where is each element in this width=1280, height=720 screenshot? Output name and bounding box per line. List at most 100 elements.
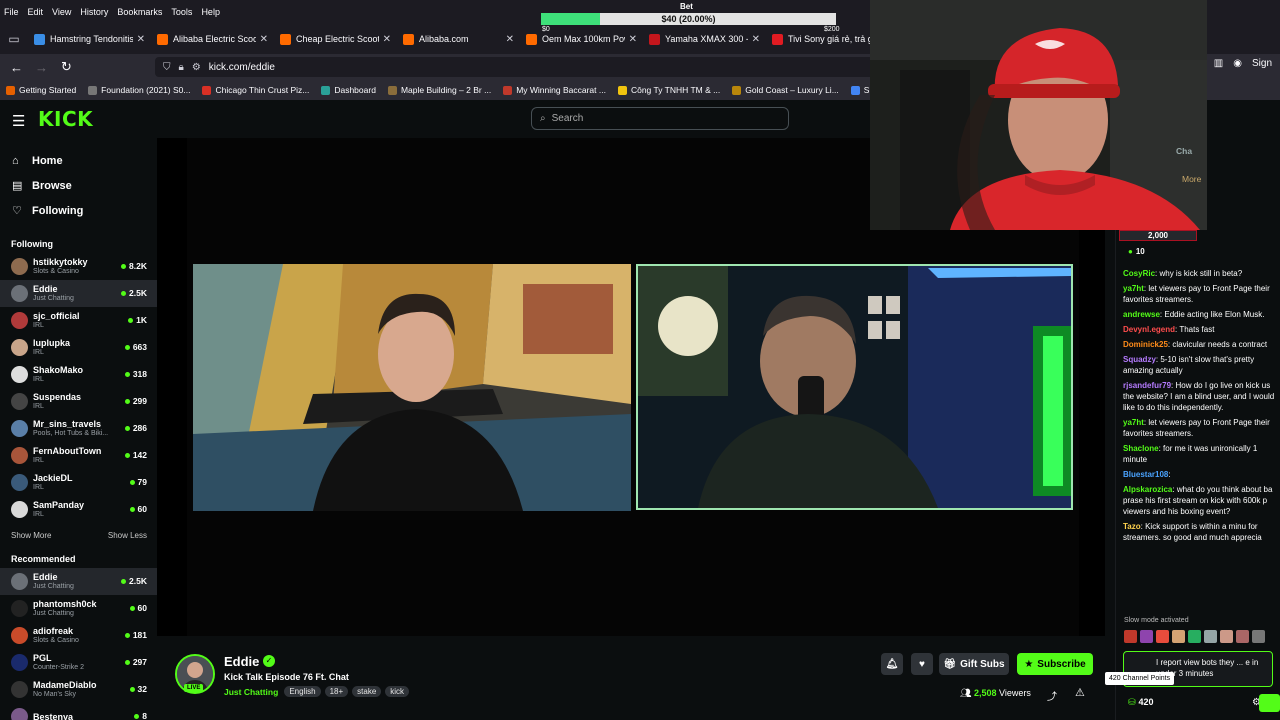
emote-icon[interactable] <box>1156 630 1169 643</box>
chat-username[interactable]: CosyRic <box>1123 269 1155 278</box>
stream-tag[interactable]: kick <box>385 686 410 697</box>
menu-icon[interactable]: ☰ <box>12 112 25 130</box>
emote-icon[interactable] <box>1252 630 1265 643</box>
menu-tools[interactable]: Tools <box>171 7 192 17</box>
chat-send-button[interactable] <box>1259 694 1280 712</box>
bookmark-item[interactable]: Chicago Thin Crust Piz... <box>202 85 309 95</box>
close-tab-icon[interactable]: ✕ <box>260 34 268 45</box>
chat-username[interactable]: Devynl.egend <box>1123 325 1175 334</box>
chat-username[interactable]: ya7ht <box>1123 284 1144 293</box>
emote-icon[interactable] <box>1172 630 1185 643</box>
sign-in-button[interactable]: Sign <box>1252 58 1272 69</box>
stream-tag[interactable]: stake <box>352 686 382 697</box>
sidebar-channel[interactable]: sjc_official IRL 1K <box>0 307 157 334</box>
close-tab-icon[interactable]: ✕ <box>383 34 391 45</box>
sidebar-channel[interactable]: Eddie Just Chatting 2.5K <box>0 280 157 307</box>
gift-subs-button[interactable]: 🎁︎ Gift Subs <box>939 653 1009 675</box>
lock-icon[interactable]: 🔒︎ <box>179 62 184 73</box>
back-button[interactable]: ← <box>4 60 29 75</box>
stream-tag[interactable]: 18+ <box>324 686 349 697</box>
sidebar-channel[interactable]: SamPanday IRL 60 <box>0 496 157 523</box>
chat-username[interactable]: Squadzy <box>1123 355 1156 364</box>
menu-file[interactable]: File <box>4 7 19 17</box>
browser-tab[interactable]: Yamaha XMAX 300 - Th ✕ <box>643 24 766 54</box>
stream-category[interactable]: Just Chatting <box>224 687 278 697</box>
sidebar-channel[interactable]: hstikkytokky Slots & Casino 8.2K <box>0 253 157 280</box>
tab-list-icon[interactable]: ▭ <box>0 32 28 46</box>
show-less-button[interactable]: Show Less <box>108 531 147 540</box>
menu-help[interactable]: Help <box>201 7 220 17</box>
menu-edit[interactable]: Edit <box>28 7 44 17</box>
search-input[interactable]: ⌕ Search <box>531 107 789 130</box>
sidebar-channel[interactable]: Eddie Just Chatting 2.5K <box>0 568 157 595</box>
notification-bell-button[interactable]: 🔔︎ <box>881 653 903 675</box>
kick-logo[interactable]: KICK <box>38 107 93 131</box>
sidebar-channel[interactable]: adiofreak Slots & Casino 181 <box>0 622 157 649</box>
bookmark-item[interactable]: Công Ty TNHH TM & ... <box>617 85 720 95</box>
close-tab-icon[interactable]: ✕ <box>506 34 514 45</box>
bookmark-item[interactable]: Foundation (2021) S0... <box>88 85 190 95</box>
sidebar-channel[interactable]: PGL Counter-Strike 2 297 <box>0 649 157 676</box>
chat-username[interactable]: rjsandefur79 <box>1123 381 1171 390</box>
subscribe-button[interactable]: ★ Subscribe <box>1017 653 1093 675</box>
sidebar-channel[interactable]: luplupka IRL 663 <box>0 334 157 361</box>
nav-browse[interactable]: ▤ Browse <box>12 173 157 198</box>
bookmark-item[interactable]: Gold Coast – Luxury Li... <box>732 85 839 95</box>
sidebar-channel[interactable]: Mr_sins_travels Pools, Hot Tubs & Biki...… <box>0 415 157 442</box>
close-tab-icon[interactable]: ✕ <box>752 34 760 45</box>
chat-username[interactable]: ya7ht <box>1123 418 1144 427</box>
bookmark-item[interactable]: Maple Building – 2 Br ... <box>387 85 491 95</box>
chat-username[interactable]: Tazo <box>1123 522 1141 531</box>
stream-tag[interactable]: English <box>284 686 321 697</box>
nav-following[interactable]: ♡ Following <box>12 198 157 223</box>
sidebar-channel[interactable]: MadameDiablo No Man's Sky 32 <box>0 676 157 703</box>
chat-message: rjsandefur79: How do I go live on kick u… <box>1123 381 1275 412</box>
sidebar-channel[interactable]: JackieDL IRL 79 <box>0 469 157 496</box>
menu-view[interactable]: View <box>52 7 71 17</box>
chat-message: Tazo: Kick support is within a minu for … <box>1123 522 1262 542</box>
sidebar-channel[interactable]: ShakoMako IRL 318 <box>0 361 157 388</box>
reload-button[interactable]: ↻ <box>54 59 79 75</box>
browser-tab[interactable]: Hamstring Tendonitis: S ✕ <box>28 24 151 54</box>
follow-heart-button[interactable]: ♥ <box>911 653 933 675</box>
bookmark-item[interactable]: Getting Started <box>6 85 76 95</box>
emote-icon[interactable] <box>1124 630 1137 643</box>
chat-username[interactable]: Bluestar108 <box>1123 470 1168 479</box>
account-icon[interactable]: ◉ <box>1233 58 1242 69</box>
menu-bookmarks[interactable]: Bookmarks <box>117 7 162 17</box>
chat-username[interactable]: andrewse <box>1123 310 1160 319</box>
menu-history[interactable]: History <box>80 7 108 17</box>
browser-tab[interactable]: Alibaba Electric Scoote ✕ <box>151 24 274 54</box>
sidebar-toggle-icon[interactable]: ▥ <box>1214 58 1223 69</box>
url-text[interactable]: kick.com/eddie <box>209 62 275 73</box>
sidebar-channel[interactable]: Bestenya 8 <box>0 703 157 720</box>
permissions-icon[interactable]: ⚙ <box>192 62 201 73</box>
close-tab-icon[interactable]: ✕ <box>137 34 145 45</box>
emote-icon[interactable] <box>1140 630 1153 643</box>
share-icon[interactable]: ⤴ <box>1047 688 1057 703</box>
bookmark-item[interactable]: My Winning Baccarat ... <box>503 85 606 95</box>
browser-tab[interactable]: Alibaba.com ✕ <box>397 24 520 54</box>
sidebar-channel[interactable]: Suspendas IRL 299 <box>0 388 157 415</box>
channel-points[interactable]: 420 <box>1128 697 1154 708</box>
shield-icon[interactable]: ⛉ <box>163 62 171 73</box>
bookmark-item[interactable]: Dashboard <box>321 85 376 95</box>
emote-icon[interactable] <box>1188 630 1201 643</box>
emote-icon[interactable] <box>1220 630 1233 643</box>
nav-home[interactable]: ⌂ Home <box>12 148 157 173</box>
chat-username[interactable]: Alpskarozica <box>1123 485 1172 494</box>
sidebar-channel[interactable]: FernAboutTown IRL 142 <box>0 442 157 469</box>
browser-tab[interactable]: Oem Max 100km Powe ✕ <box>520 24 643 54</box>
streamer-name[interactable]: Eddie <box>224 654 259 669</box>
emote-icon[interactable] <box>1236 630 1249 643</box>
chat-username[interactable]: Dominick25 <box>1123 340 1168 349</box>
channel-category: Slots & Casino <box>33 637 79 644</box>
emote-icon[interactable] <box>1204 630 1217 643</box>
sidebar-channel[interactable]: phantomsh0ck Just Chatting 60 <box>0 595 157 622</box>
show-more-button[interactable]: Show More <box>11 531 51 540</box>
browser-tab[interactable]: Cheap Electric Scooter ✕ <box>274 24 397 54</box>
close-tab-icon[interactable]: ✕ <box>629 34 637 45</box>
forward-button[interactable]: → <box>29 60 54 75</box>
report-icon[interactable]: ⚠ <box>1075 686 1085 699</box>
chat-username[interactable]: Shaclone <box>1123 444 1159 453</box>
